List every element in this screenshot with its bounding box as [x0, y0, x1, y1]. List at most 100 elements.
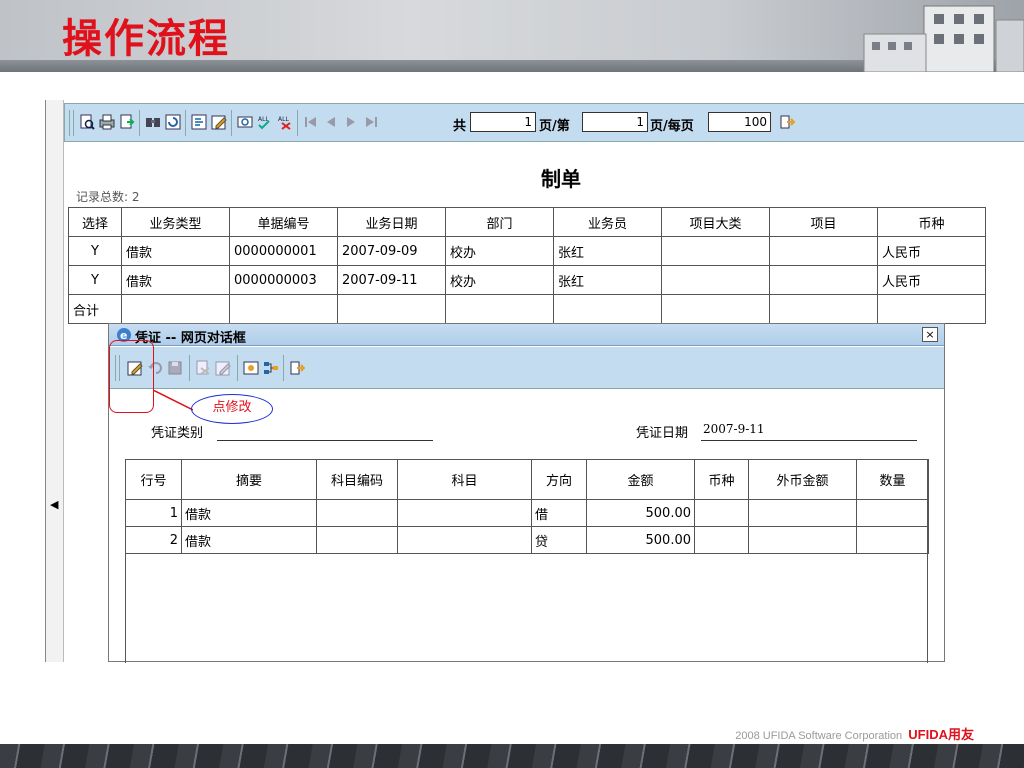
toolbar-grip	[73, 110, 74, 136]
voucher-date-underline	[701, 440, 917, 441]
col-header[interactable]: 科目	[397, 459, 532, 500]
col-header[interactable]: 项目大类	[661, 207, 770, 237]
cell: 张红	[553, 265, 662, 295]
exit-icon[interactable]	[289, 360, 305, 376]
toolbar-separator	[237, 355, 238, 381]
col-header[interactable]: 外币金额	[748, 459, 857, 500]
next-page-icon[interactable]	[343, 114, 359, 130]
cell[interactable]: 500.00	[586, 499, 695, 527]
first-page-icon[interactable]	[303, 114, 319, 130]
col-header[interactable]: 项目	[769, 207, 878, 237]
cell[interactable]: 贷	[531, 526, 587, 554]
voucher-icon[interactable]	[243, 360, 259, 376]
delete-icon[interactable]	[195, 360, 211, 376]
dialog-titlebar[interactable]: e 凭证 -- 网页对话框 ×	[109, 324, 944, 346]
toolbar-separator	[231, 110, 232, 136]
edit-disabled-icon[interactable]	[215, 360, 231, 376]
cell	[445, 294, 554, 324]
cell	[337, 294, 446, 324]
cell: 0000000001	[229, 236, 338, 266]
cell: 人民币	[877, 236, 986, 266]
grid-header-row: 行号 摘要 科目编码 科目 方向 金额 币种 外币金额 数量	[125, 459, 929, 500]
col-header[interactable]: 业务日期	[337, 207, 446, 237]
deselect-all-icon[interactable]: ALL	[277, 114, 293, 130]
cell[interactable]	[748, 499, 857, 527]
cell[interactable]	[748, 526, 857, 554]
filter-icon[interactable]	[237, 114, 253, 130]
cell[interactable]	[316, 499, 398, 527]
per-page-input[interactable]: 100	[708, 112, 771, 132]
cell[interactable]	[397, 526, 532, 554]
cell: 0000000003	[229, 265, 338, 295]
total-label: 合计	[68, 294, 122, 324]
col-header[interactable]: 币种	[694, 459, 749, 500]
voucher-date-field[interactable]: 2007-9-11	[703, 422, 765, 436]
cell: 校办	[445, 265, 554, 295]
col-header[interactable]: 行号	[125, 459, 182, 500]
save-icon[interactable]	[167, 360, 183, 376]
cell: 张红	[553, 236, 662, 266]
refresh-icon[interactable]	[165, 114, 181, 130]
total-pages-field: 1	[470, 112, 536, 132]
cell: 人民币	[877, 265, 986, 295]
col-header[interactable]: 部门	[445, 207, 554, 237]
toolbar-separator	[185, 110, 186, 136]
select-all-icon[interactable]: ALL	[257, 114, 273, 130]
print-icon[interactable]	[99, 114, 115, 130]
structure-icon[interactable]	[263, 360, 279, 376]
col-header[interactable]: 币种	[877, 207, 986, 237]
col-header[interactable]: 方向	[531, 459, 587, 500]
prev-page-icon[interactable]	[323, 114, 339, 130]
col-header[interactable]: 业务员	[553, 207, 662, 237]
cell[interactable]	[856, 499, 929, 527]
select-cell[interactable]: Y	[68, 265, 122, 295]
cell[interactable]	[856, 526, 929, 554]
report-toolbar: ALL ALL 共 1 页/第 1 页/每页 100	[64, 103, 1024, 142]
preview-icon[interactable]	[79, 114, 95, 130]
report-title: 制单	[541, 167, 581, 191]
voucher-type-underline	[217, 440, 433, 441]
cell[interactable]	[694, 526, 749, 554]
cell: 2	[125, 526, 182, 554]
select-cell[interactable]: Y	[68, 236, 122, 266]
find-icon[interactable]	[145, 114, 161, 130]
table-row[interactable]: 1 借款 借 500.00	[125, 499, 929, 527]
record-count: 记录总数: 2	[76, 190, 140, 204]
col-header[interactable]: 数量	[856, 459, 929, 500]
document-grid: 选择 业务类型 单据编号 业务日期 部门 业务员 项目大类 项目 币种 Y 借款…	[68, 207, 986, 324]
col-header[interactable]: 科目编码	[316, 459, 398, 500]
col-header[interactable]: 业务类型	[121, 207, 230, 237]
cell: 校办	[445, 236, 554, 266]
cell[interactable]: 借	[531, 499, 587, 527]
table-row[interactable]: Y 借款 0000000001 2007-09-09 校办 张红 人民币	[68, 236, 986, 266]
export-icon[interactable]	[119, 114, 135, 130]
import-icon[interactable]	[191, 114, 207, 130]
col-header[interactable]: 摘要	[181, 459, 317, 500]
callout-highlight	[109, 340, 154, 413]
callout-label: 点修改	[191, 394, 273, 424]
col-header[interactable]: 金额	[586, 459, 695, 500]
edit-icon[interactable]	[211, 114, 227, 130]
cell[interactable]: 借款	[181, 499, 317, 527]
col-header[interactable]: 单据编号	[229, 207, 338, 237]
col-header[interactable]: 选择	[68, 207, 122, 237]
current-page-input[interactable]: 1	[582, 112, 648, 132]
table-row[interactable]: Y 借款 0000000003 2007-09-11 校办 张红 人民币	[68, 265, 986, 295]
cell: 借款	[121, 265, 230, 295]
table-row[interactable]: 2 借款 贷 500.00	[125, 526, 929, 554]
cell[interactable]	[694, 499, 749, 527]
cell[interactable]	[397, 499, 532, 527]
exit-icon[interactable]	[779, 114, 795, 130]
total-row: 合计	[68, 294, 986, 324]
cell[interactable]: 借款	[181, 526, 317, 554]
collapse-arrow-icon[interactable]: ◀	[50, 498, 58, 511]
close-icon[interactable]: ×	[922, 327, 938, 342]
cell	[661, 294, 770, 324]
toolbar-separator	[283, 355, 284, 381]
cell[interactable]: 500.00	[586, 526, 695, 554]
last-page-icon[interactable]	[363, 114, 379, 130]
dialog-toolbar	[109, 347, 944, 389]
total-pages-label: 共	[453, 119, 467, 134]
cell	[661, 265, 770, 295]
cell[interactable]	[316, 526, 398, 554]
